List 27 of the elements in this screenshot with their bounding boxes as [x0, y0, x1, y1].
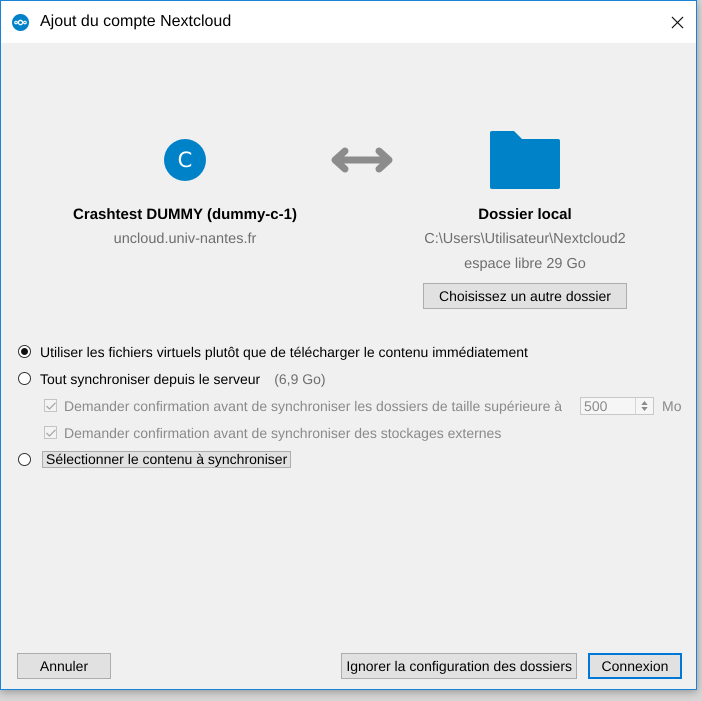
radio-button[interactable] — [18, 453, 31, 466]
up-arrow-icon[interactable] — [641, 400, 648, 404]
folder-icon — [490, 131, 560, 189]
avatar: C — [164, 139, 206, 181]
dialog-button[interactable]: Connexion — [588, 653, 682, 679]
checkmark-icon — [46, 402, 56, 410]
folder-title: Dossier local — [478, 205, 572, 225]
close-icon[interactable] — [671, 16, 684, 28]
unit-label: Mo — [662, 398, 682, 414]
logo-icon — [12, 14, 29, 30]
choose-folder-button[interactable]: Choisissez un autre dossier — [423, 283, 627, 309]
dialog-button[interactable]: Ignorer la configuration des dossiers — [341, 653, 577, 679]
size-label: (6,9 Go) — [274, 370, 326, 386]
free-space-label: espace libre 29 Go — [464, 255, 586, 274]
option-label[interactable]: Tout synchroniser depuis le serveur — [40, 370, 260, 386]
option-button[interactable]: Sélectionner le contenu à synchroniser — [42, 451, 292, 468]
option-label[interactable]: Utiliser les fichiers virtuels plutôt que de télécharger le contenu immédiatement — [40, 344, 528, 360]
folder-path: C:\Users\Utilisateur\Nextcloud2 — [424, 230, 626, 249]
window-title: Ajout du compte Nextcloud — [40, 13, 232, 31]
double-arrow-icon — [329, 146, 395, 174]
dialog-button[interactable]: Annuler — [17, 653, 111, 679]
checkmark-icon — [46, 428, 56, 436]
radio-button[interactable] — [18, 345, 31, 358]
down-arrow-icon[interactable] — [641, 406, 648, 410]
server-address: uncloud.univ-nantes.fr — [114, 230, 256, 249]
account-name: Crashtest DUMMY (dummy-c-1) — [73, 205, 297, 225]
radio-button[interactable] — [18, 372, 31, 385]
